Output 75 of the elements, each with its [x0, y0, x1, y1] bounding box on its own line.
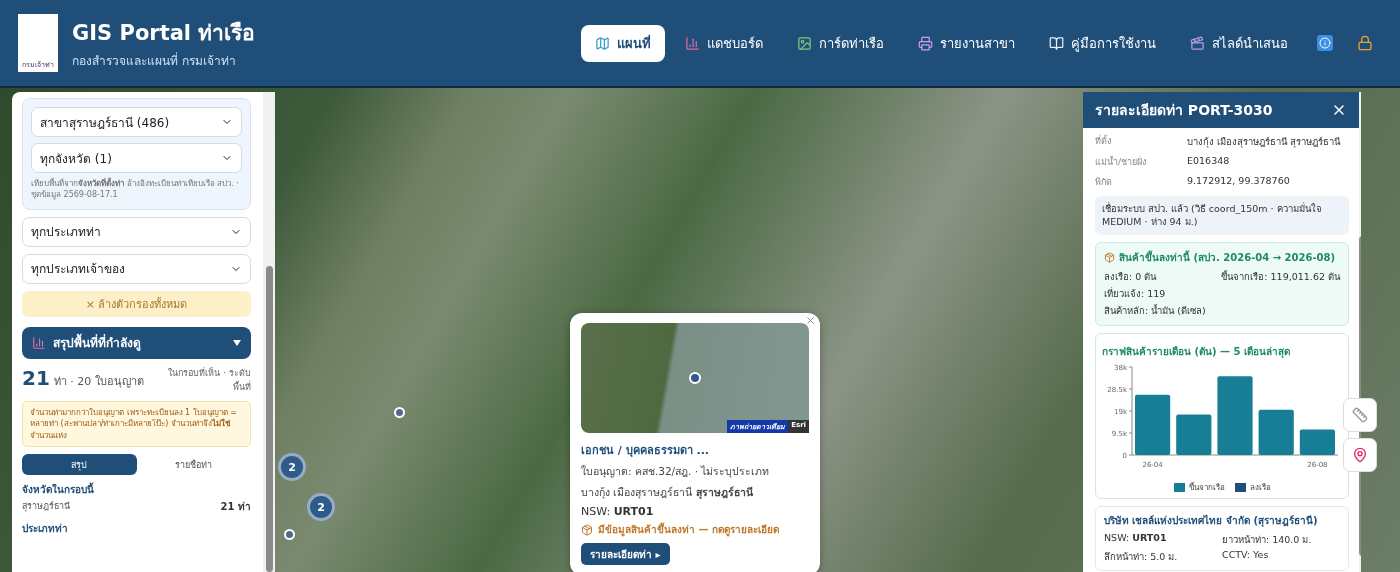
row-label: สุราษฎร์ธานี [22, 500, 70, 514]
nav-tab[interactable]: คู่มือการใช้งาน [1035, 24, 1170, 62]
nav-tab[interactable]: สไลด์นำเสนอ [1176, 24, 1302, 62]
chart-title: กราฟสินค้ารายเดือน (ตัน) — 5 เดือนล่าสุด [1102, 345, 1291, 357]
dropdown[interactable]: ทุกประเภทท่า [22, 216, 251, 247]
cargo-stat: สินค้าหลัก: น้ำมัน (ดีเซล) [1104, 303, 1207, 318]
book-icon [1049, 35, 1064, 51]
field-label: แม่น้ำ/ชายฝั่ง [1095, 155, 1148, 169]
port-count: 21 ท่า · 20 ใบอนุญาต [22, 365, 144, 390]
company-fact: NSW: URT01 [1104, 531, 1168, 545]
nav-tab[interactable]: แผนที่ [581, 24, 665, 62]
app-title: GIS Portal ท่าเรือ [72, 20, 256, 47]
legend-label: ขึ้นจากเรือ [1188, 481, 1225, 494]
group-heading: จังหวัดในกรอบนี้ [22, 482, 95, 498]
bar [1176, 414, 1212, 455]
bar [1299, 429, 1335, 455]
license-text: ใบอนุญาต: คสช.32/สฎ. · ไม่ระบุประเภท [581, 464, 771, 480]
cargo-title: สินค้าขึ้นลงท่านี้ (สปว. 2026-04 → 2026-08) [1119, 249, 1336, 265]
field-value: E016348 [1187, 155, 1231, 168]
port-marker[interactable] [394, 407, 405, 418]
bar-chart-icon [685, 35, 700, 51]
summary-header[interactable]: สรุปพื้นที่ที่กำลังดู [22, 326, 251, 359]
field-value: 9.172912, 99.378760 [1187, 175, 1291, 188]
bar-chart-icon [32, 335, 46, 350]
app-subtitle: กองสำรวจและแผนที่ กรมเจ้าท่า [72, 51, 237, 70]
port-details-button[interactable]: รายละเอียดท่า ▸ [581, 543, 670, 565]
scope-note: ในกรอบที่เห็น · ระดับพื้นที่ [167, 366, 251, 394]
legend-label: ลงเรือ [1249, 481, 1271, 494]
ruler-button[interactable] [1343, 398, 1377, 432]
clapperboard-icon [1190, 35, 1205, 51]
lock-icon [1357, 35, 1373, 51]
dropdown[interactable]: สาขาสุราษฎร์ธานี (486) [31, 107, 242, 137]
package-icon [1104, 251, 1115, 263]
company-fact: ลึกหน้าท่า: 5.0 ม. [1104, 549, 1179, 564]
picture-icon [797, 35, 812, 51]
dropdown[interactable]: ทุกประเภทเจ้าของ [22, 253, 251, 284]
panel-title: รายละเอียดท่า PORT-3030 [1095, 101, 1273, 120]
nav-tab[interactable]: การ์ดท่าเรือ [783, 24, 898, 62]
scrollbar[interactable] [263, 92, 275, 572]
location-text: บางกุ้ง เมืองสุราษฎร์ธานี สุราษฎร์ธานี [581, 485, 754, 501]
filter-note: เทียบพื้นที่จากจังหวัดที่ตั้งท่า อ้างอิงทะเบียนท่าเทียบเรือ สปว. · ชุดข้อมูล 2569-08-17.1 [31, 179, 240, 201]
field-label: ที่ตั้ง [1095, 134, 1112, 148]
cargo-stat: ลงเรือ: 0 ตัน [1104, 269, 1158, 284]
bar [1135, 394, 1171, 455]
cargo-stat: เที่ยวแจ้ง: 119 [1104, 286, 1167, 301]
bar [1258, 409, 1294, 455]
nsw-code: NSW: URT01 [581, 505, 655, 518]
map-icon [595, 35, 610, 51]
package-icon [581, 523, 593, 536]
summary-tab[interactable]: สรุป [22, 454, 137, 476]
cargo-stat: ขึ้นจากเรือ: 119,011.62 ตัน [1221, 269, 1340, 284]
company-name: บริษัท เชลล์แห่งประเทศไทย จำกัด (สุราษฎร์ธานี) [1104, 513, 1319, 528]
cargo-note: มีข้อมูลสินค้าขึ้นลงท่า — กดดูรายละเอียด [598, 522, 779, 537]
port-marker [689, 372, 701, 384]
field-label: พิกัด [1095, 176, 1113, 189]
group-heading: ประเภทท่า [22, 522, 69, 537]
pin-icon [1352, 447, 1368, 463]
nav-tab[interactable]: รายงานสาขา [904, 24, 1029, 62]
collapse-caret-icon [233, 339, 241, 346]
field-value: บางกุ้ง เมืองสุราษฎร์ธานี สุราษฎร์ธานี [1187, 135, 1342, 149]
summary-tab[interactable]: รายชื่อท่า [136, 454, 251, 476]
printer-icon [918, 35, 933, 51]
clear-filters-button[interactable]: × ล้างตัวกรองทั้งหมด [22, 290, 251, 317]
ruler-icon [1352, 407, 1368, 423]
info-icon [1317, 35, 1333, 51]
nav-tab[interactable]: แดชบอร์ด [671, 24, 777, 62]
pin-button[interactable] [1343, 438, 1377, 472]
company-fact: ยาวหน้าท่า: 140.0 ม. [1222, 532, 1313, 547]
dropdown[interactable]: ทุกจังหวัด (1) [31, 143, 242, 173]
port-marker[interactable] [284, 529, 295, 540]
warning-note: จำนวนท่ามากกว่าใบอนุญาต เพราะทะเบียนลง 1 ใบอนุญาต = หลายท่า (สะพานปลา/ท่าเกาะมีหลายโป๊ะ) จำนวนท่าจึงไม่ใช่จำนวนแห่ง [22, 400, 251, 448]
company-fact: CCTV: Yes [1222, 548, 1270, 562]
popup-title: เอกชน / บุคคลธรรมดา ... [581, 443, 711, 459]
link-status-note: เชื่อมระบบ สปว. แล้ว (วิธี coord_150m · ความมั่นใจ MEDIUM · ห่าง 94 ม.) [1095, 196, 1349, 235]
row-value: 21 ท่า [220, 500, 251, 515]
